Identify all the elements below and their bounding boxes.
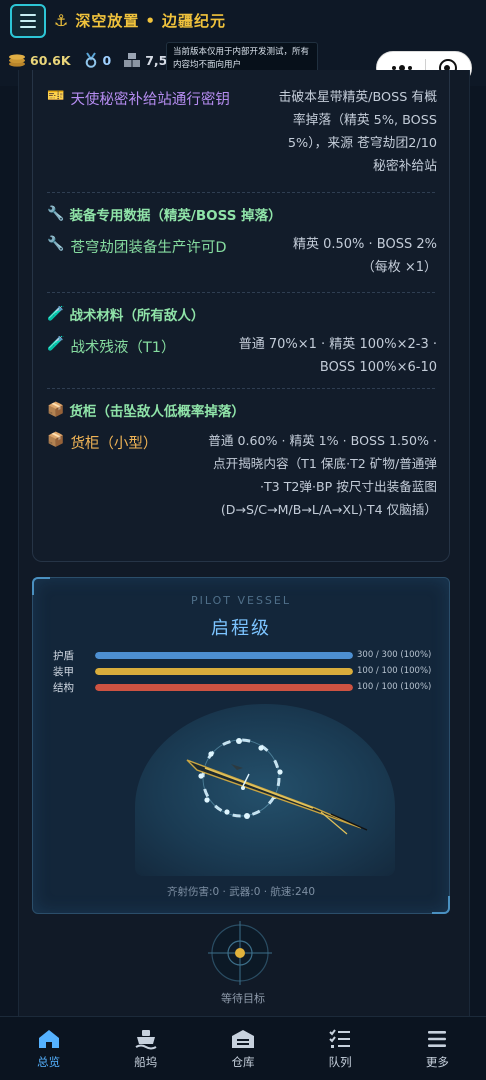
bar-track bbox=[95, 651, 353, 659]
app-title-row: ⚓ 深空放置 • 边疆纪元 bbox=[54, 10, 226, 31]
test-tube-icon: 🧪 bbox=[47, 306, 65, 322]
home-icon bbox=[38, 1030, 59, 1048]
bar-label: 结构 bbox=[53, 681, 74, 694]
key-item-desc: 击破本星带精英/BOSS 有概率掉落（精英 5%, BOSS 5%），来源 苍穹… bbox=[278, 90, 437, 174]
menu-line bbox=[20, 20, 36, 22]
nav-label: 仓库 bbox=[231, 1055, 255, 1069]
key-item-name-wrap: 🎫 天使秘密补给站通行密钥 bbox=[47, 88, 230, 109]
bar-value: 300 / 300 (100%) bbox=[357, 650, 432, 660]
group-title: 🧪 战术材料（所有敌人） bbox=[47, 304, 437, 324]
nav-label: 队列 bbox=[328, 1055, 352, 1069]
box-icon: 📦 bbox=[47, 402, 65, 418]
bottom-nav: 总览 船坞 仓库 队列 更多 bbox=[0, 1016, 486, 1080]
drop-item-row: 🧪 战术残液（T1） 普通 70%×1 · 精英 100%×2-3 · BOSS… bbox=[47, 336, 437, 375]
group-title: 📦 货柜（击坠敌人低概率掉落） bbox=[47, 400, 437, 420]
nav-item-queue[interactable]: 队列 bbox=[292, 1027, 389, 1070]
ticket-icon: 🎫 bbox=[47, 88, 65, 104]
title-separator: • bbox=[145, 11, 156, 30]
test-tube-icon: 🧪 bbox=[47, 336, 65, 352]
ship-illustration bbox=[186, 738, 368, 835]
armor-bar-fill bbox=[95, 667, 353, 675]
armor-bar-row: 装甲 100 / 100 (100%) bbox=[53, 664, 437, 678]
group-title-text: 战术材料（所有敌人） bbox=[69, 308, 205, 324]
anchor-icon: ⚓ bbox=[54, 11, 70, 30]
drop-item-desc: 精英 0.50% · BOSS 2%（每枚 ×1） bbox=[292, 237, 437, 275]
nav-label: 更多 bbox=[425, 1055, 449, 1069]
resource-bar: 60.6K 0 7,548 bbox=[8, 52, 185, 68]
drop-group-cargo: 📦 货柜（击坠敌人低概率掉落） 📦 货柜（小型） 普通 0.60% · 精英 1… bbox=[47, 400, 437, 517]
target-radar-icon[interactable] bbox=[205, 918, 275, 988]
ship-card[interactable]: PILOT VESSEL 启程级 护盾 300 / 300 (100%) 装甲 … bbox=[32, 577, 450, 914]
resource-credits[interactable]: 60.6K bbox=[8, 53, 71, 68]
section-divider bbox=[47, 388, 435, 389]
drop-item-desc: 普通 70%×1 · 精英 100%×2-3 · BOSS 100%×6-10 bbox=[238, 337, 437, 375]
hamburger-menu-button[interactable] bbox=[10, 4, 46, 38]
structure-bar-row: 结构 100 / 100 (100%) bbox=[53, 680, 437, 694]
nav-item-warehouse[interactable]: 仓库 bbox=[194, 1027, 291, 1070]
await-target-label: 等待目标 bbox=[221, 992, 265, 1005]
section-divider bbox=[47, 192, 435, 193]
medals-value: 0 bbox=[102, 52, 112, 68]
ship-stats: 齐射伤害:0 · 武器:0 · 航速:240 bbox=[166, 886, 316, 898]
bar-label: 装甲 bbox=[53, 665, 74, 678]
group-title-text: 货柜（击坠敌人低概率掉落） bbox=[69, 404, 245, 420]
drop-table-card: 🎫 天使秘密补给站通行密钥 击破本星带精英/BOSS 有概率掉落（精英 5%, … bbox=[32, 70, 450, 562]
bar-value: 100 / 100 (100%) bbox=[357, 666, 432, 676]
group-title: 🔧 装备专用数据（精英/BOSS 掉落） bbox=[47, 204, 437, 224]
queue-icon bbox=[329, 1029, 351, 1048]
drop-group-tactical-material: 🧪 战术材料（所有敌人） 🧪 战术残液（T1） 普通 70%×1 · 精英 10… bbox=[47, 304, 437, 375]
box-icon: 📦 bbox=[47, 432, 65, 448]
medal-icon bbox=[85, 52, 96, 68]
drop-item-name-wrap: 🧪 战术残液（T1） bbox=[47, 336, 176, 357]
nav-item-overview[interactable]: 总览 bbox=[0, 1027, 97, 1070]
warehouse-icon bbox=[231, 1030, 254, 1048]
nav-label: 船坞 bbox=[134, 1055, 158, 1069]
key-item-name: 天使秘密补给站通行密钥 bbox=[70, 92, 230, 108]
crate-icon bbox=[124, 53, 141, 67]
drop-item-name-wrap: 📦 货柜（小型） bbox=[47, 432, 157, 453]
ship-icon bbox=[135, 1030, 157, 1050]
nav-item-dock[interactable]: 船坞 bbox=[97, 1027, 194, 1070]
resource-medals[interactable]: 0 bbox=[83, 52, 112, 68]
bar-track bbox=[95, 667, 353, 675]
drop-item-name: 货柜（小型） bbox=[70, 436, 158, 452]
coin-stack-icon bbox=[9, 54, 25, 67]
bar-label: 护盾 bbox=[53, 649, 74, 662]
structure-bar-fill bbox=[95, 683, 353, 691]
bar-value: 100 / 100 (100%) bbox=[357, 682, 432, 692]
shield-bar-row: 护盾 300 / 300 (100%) bbox=[53, 648, 437, 662]
app-title: 深空放置 bbox=[75, 12, 140, 30]
group-title-text: 装备专用数据（精英/BOSS 掉落） bbox=[69, 208, 282, 224]
drop-item-name: 苍穹劫团装备生产许可D bbox=[70, 240, 227, 256]
ship-viewport bbox=[135, 704, 395, 876]
app-subtitle: 边疆纪元 bbox=[161, 12, 226, 30]
drop-item-desc: 普通 0.60% · 精英 1% · BOSS 1.50% · 点开揭晓内容（T… bbox=[208, 433, 437, 517]
credits-value: 60.6K bbox=[30, 52, 71, 68]
section-divider bbox=[47, 292, 435, 293]
menu-line bbox=[20, 26, 36, 28]
drop-group-equipment-data: 🔧 装备专用数据（精英/BOSS 掉落） 🔧 苍穹劫团装备生产许可D 精英 0.… bbox=[47, 204, 437, 275]
menu-line bbox=[20, 14, 36, 16]
wrench-icon: 🔧 bbox=[47, 206, 65, 222]
nav-item-more[interactable]: 更多 bbox=[389, 1027, 486, 1070]
shield-bar-fill bbox=[95, 651, 353, 659]
drop-item-row: 📦 货柜（小型） 普通 0.60% · 精英 1% · BOSS 1.50% ·… bbox=[47, 432, 437, 517]
key-item-group: 🎫 天使秘密补给站通行密钥 击破本星带精英/BOSS 有概率掉落（精英 5%, … bbox=[47, 88, 437, 174]
bar-track bbox=[95, 683, 353, 691]
drop-item-name: 战术残液（T1） bbox=[70, 340, 176, 356]
drop-item-name-wrap: 🔧 苍穹劫团装备生产许可D bbox=[47, 236, 227, 257]
menu-icon bbox=[428, 1031, 447, 1047]
ship-name: 启程级 bbox=[211, 618, 271, 639]
ship-kicker: PILOT VESSEL bbox=[190, 594, 291, 607]
nav-label: 总览 bbox=[37, 1055, 61, 1069]
wrench-icon: 🔧 bbox=[47, 236, 65, 252]
key-item-row: 🎫 天使秘密补给站通行密钥 击破本星带精英/BOSS 有概率掉落（精英 5%, … bbox=[47, 88, 437, 174]
drop-item-row: 🔧 苍穹劫团装备生产许可D 精英 0.50% · BOSS 2%（每枚 ×1） bbox=[47, 236, 437, 275]
